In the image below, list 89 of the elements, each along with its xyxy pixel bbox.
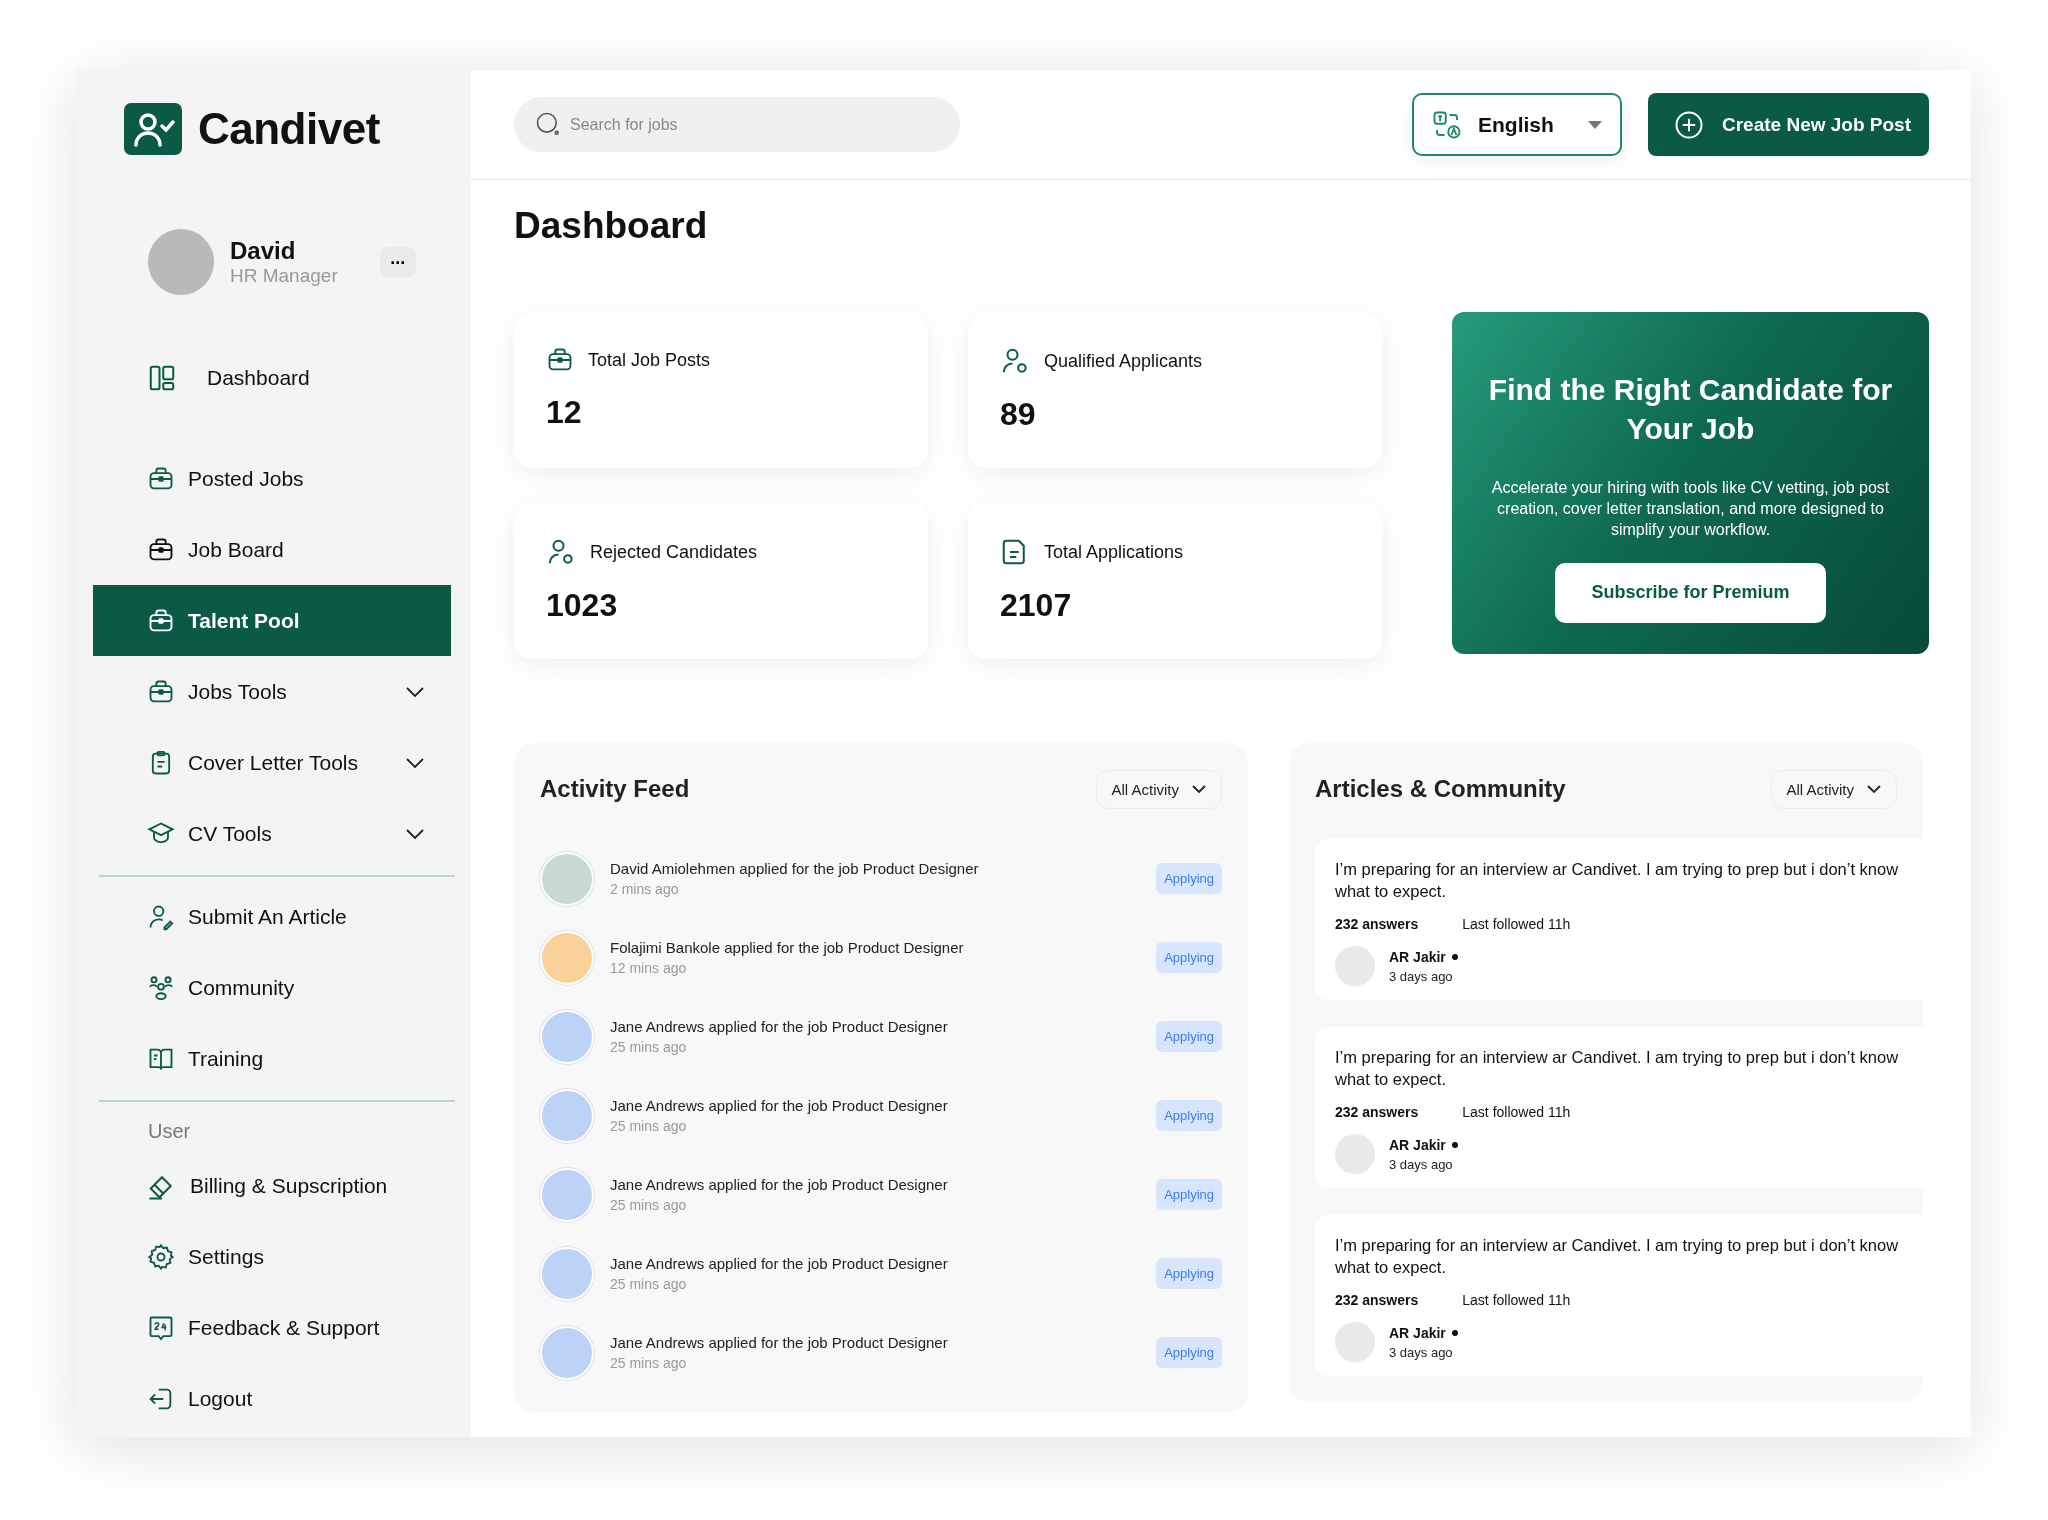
nav-item[interactable]: Community bbox=[93, 952, 451, 1023]
stat-value: 12 bbox=[546, 394, 583, 432]
stat-label: Qualified Applicants bbox=[1044, 350, 1203, 372]
activity-time: 25 mins ago bbox=[610, 1118, 688, 1135]
activity-time: 25 mins ago bbox=[610, 1039, 688, 1056]
post-question: I’m preparing for an interview ar Candivet. I am trying to prep but i don’t know what to expect. bbox=[1335, 1047, 1900, 1090]
logo-icon bbox=[124, 103, 182, 155]
settings-icon bbox=[147, 1242, 175, 1271]
status-badge: Applying bbox=[1156, 863, 1222, 895]
status-badge: Applying bbox=[1156, 1179, 1222, 1211]
answer-count: 232 answers bbox=[1335, 916, 1419, 933]
post-time: 3 days ago bbox=[1389, 1156, 1454, 1172]
activity-text: Jane Andrews applied for the job Product Designer bbox=[610, 1018, 949, 1036]
plus-circle-icon bbox=[1674, 109, 1704, 140]
stat-label: Total Applications bbox=[1044, 541, 1184, 563]
nav-item[interactable]: Billing & Supscription bbox=[93, 1150, 451, 1221]
nav-item[interactable]: Dashboard bbox=[93, 342, 451, 413]
search-field[interactable]: Search for jobs bbox=[514, 97, 960, 152]
nav-item[interactable]: Settings bbox=[93, 1221, 451, 1292]
nav-item[interactable]: Training bbox=[93, 1023, 451, 1094]
chevron-down-icon bbox=[1866, 784, 1882, 795]
people-icon bbox=[147, 973, 175, 1002]
promo-text: Accelerate your hiring with tools like CV vetting, job post creation, cover letter translation, and more designed to simplify your workflow. bbox=[1490, 478, 1891, 540]
status-badge: Applying bbox=[1156, 1021, 1222, 1053]
author-name: AR Jakir bbox=[1389, 1136, 1446, 1153]
activity-text: Jane Andrews applied for the job Product Designer bbox=[610, 1334, 949, 1352]
status-badge: Applying bbox=[1156, 1100, 1222, 1132]
search-icon bbox=[534, 110, 562, 138]
more-button[interactable]: ... bbox=[379, 247, 416, 277]
activity-text: Jane Andrews applied for the job Product Designer bbox=[610, 1176, 949, 1194]
user-role: HR Manager bbox=[230, 265, 338, 287]
post-question: I’m preparing for an interview ar Candivet. I am trying to prep but i don’t know what to expect. bbox=[1335, 1235, 1900, 1278]
nav-item[interactable]: Feedback & Support bbox=[93, 1292, 451, 1363]
last-followed: Last followed 11h bbox=[1462, 916, 1571, 933]
activity-text: Jane Andrews applied for the job Product Designer bbox=[610, 1097, 949, 1115]
answer-count: 232 answers bbox=[1335, 1292, 1419, 1308]
translate-icon bbox=[1432, 109, 1462, 140]
chevron-down-icon bbox=[1191, 784, 1207, 795]
activity-text: Folajimi Bankole applied for the job Product Designer bbox=[610, 939, 965, 957]
nav-item[interactable]: Submit An Article bbox=[93, 881, 451, 952]
filter-dropdown[interactable]: All Activity bbox=[1771, 769, 1897, 809]
language-select[interactable]: English bbox=[1412, 93, 1622, 156]
brand-name: Candivet bbox=[198, 104, 380, 154]
online-dot-icon bbox=[1451, 1141, 1458, 1148]
nav-item[interactable]: CV Tools bbox=[93, 798, 451, 869]
stat-value: 89 bbox=[1000, 396, 1037, 434]
post-time: 3 days ago bbox=[1389, 1344, 1454, 1360]
online-dot-icon bbox=[1451, 1329, 1458, 1336]
last-followed: Last followed 11h bbox=[1462, 1104, 1571, 1121]
activity-text: Jane Andrews applied for the job Product Designer bbox=[610, 1255, 949, 1273]
stat-value: 1023 bbox=[546, 587, 619, 625]
nav-item[interactable]: Jobs Tools bbox=[93, 656, 451, 727]
create-job-button[interactable]: Create New Job Post bbox=[1648, 93, 1929, 156]
activity-time: 25 mins ago bbox=[610, 1197, 688, 1214]
nav-item[interactable]: Talent Pool bbox=[93, 585, 451, 656]
user-name: David bbox=[230, 237, 297, 265]
promo-title: Find the Right Candidate for Your Job bbox=[1487, 372, 1894, 448]
online-dot-icon bbox=[1451, 953, 1458, 960]
status-badge: Applying bbox=[1156, 1258, 1222, 1290]
nav-item[interactable]: Job Board bbox=[93, 514, 451, 585]
activity-time: 25 mins ago bbox=[610, 1276, 688, 1293]
section-heading: User bbox=[147, 1119, 192, 1144]
answer-count: 232 answers bbox=[1335, 1104, 1419, 1121]
stat-value: 2107 bbox=[1000, 587, 1073, 625]
status-badge: Applying bbox=[1156, 1337, 1222, 1369]
post-card[interactable]: I’m preparing for an interview ar Candivet. I am trying to prep but i don’t know what to expect. 232 answers Last followed 11h AR Jakir 3 days ago bbox=[1315, 1215, 1923, 1376]
nav-item[interactable]: Logout bbox=[93, 1363, 451, 1434]
stat-label: Total Job Posts bbox=[588, 349, 711, 371]
author-name: AR Jakir bbox=[1389, 1324, 1446, 1341]
status-badge: Applying bbox=[1156, 942, 1222, 974]
nav-item[interactable]: Cover Letter Tools bbox=[93, 727, 451, 798]
panel-title: Activity Feed bbox=[540, 775, 690, 804]
nav-item[interactable]: Posted Jobs bbox=[93, 443, 451, 514]
author-name: AR Jakir bbox=[1389, 948, 1446, 965]
post-card[interactable]: I’m preparing for an interview ar Candivet. I am trying to prep but i don’t know what to expect. 232 answers Last followed 11h AR Jakir 3 days ago bbox=[1315, 1027, 1923, 1189]
post-card[interactable]: I’m preparing for an interview ar Candivet. I am trying to prep but i don’t know what to expect. 232 answers Last followed 11h AR Jakir 3 days ago bbox=[1315, 839, 1923, 1001]
post-time: 3 days ago bbox=[1389, 968, 1454, 984]
activity-text: David Amiolehmen applied for the job Product Designer bbox=[610, 860, 980, 878]
activity-time: 25 mins ago bbox=[610, 1355, 688, 1372]
caret-icon bbox=[1588, 120, 1602, 129]
activity-time: 2 mins ago bbox=[610, 881, 680, 898]
post-question: I’m preparing for an interview ar Candivet. I am trying to prep but i don’t know what to expect. bbox=[1335, 859, 1900, 902]
activity-time: 12 mins ago bbox=[610, 960, 688, 977]
panel-title: Articles & Community bbox=[1315, 775, 1566, 804]
last-followed: Last followed 11h bbox=[1462, 1292, 1571, 1308]
stat-label: Rejected Candidates bbox=[590, 541, 758, 563]
subscribe-button[interactable]: Subscribe for Premium bbox=[1555, 562, 1826, 623]
page-title: Dashboard bbox=[514, 204, 709, 248]
filter-dropdown[interactable]: All Activity bbox=[1096, 769, 1222, 809]
